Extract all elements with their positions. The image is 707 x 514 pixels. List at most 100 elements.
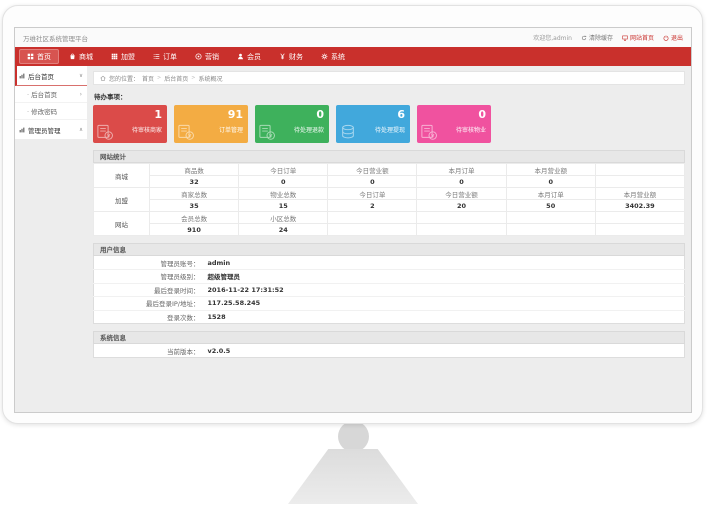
card-value: 0 <box>478 108 486 121</box>
stats-value-cell: 2 <box>327 199 418 212</box>
member-icon <box>237 53 244 60</box>
stats-header-cell <box>594 163 686 176</box>
stats-table: 商城 商品数 今日订单 今日营业额 本月订单 本月营业额 32 0 0 0 0 … <box>93 163 686 236</box>
chart-icon <box>19 73 25 79</box>
stats-value-cell <box>505 223 596 236</box>
stats-group-name: 加盟 <box>93 187 150 212</box>
todo-card[interactable]: 1 待审核商家 <box>93 105 167 143</box>
system-info-panel: 系统信息 当前版本： v2.0.5 <box>93 331 685 358</box>
card-value: 91 <box>227 108 243 121</box>
main-nav: 首页 商城 加盟 订单 营销 会员 财务 系统 <box>15 47 691 66</box>
topbar-right: 欢迎您,admin 清除缓存 网站首页 退出 <box>533 33 683 42</box>
breadcrumb-items: 首页 > 后台首页 > 系统概况 <box>142 74 222 83</box>
stats-header-cell <box>594 211 686 224</box>
sidebar-item-label: 修改密码 <box>31 108 58 116</box>
stats-header-cell: 今日营业额 <box>327 163 418 176</box>
mall-icon <box>69 53 76 60</box>
monitor-frame: 万维社区系统管理平台 欢迎您,admin 清除缓存 网站首页 退出 首页 商城 加盟 订单… <box>2 5 703 424</box>
nav-item[interactable]: 系统 <box>313 49 353 64</box>
card-value: 0 <box>316 108 324 121</box>
stats-header-cell <box>327 211 418 224</box>
breadcrumb-item[interactable]: 首页 <box>142 74 154 83</box>
sidebar-group: 后台首页 ∨ - 后台首页 › - 修改密码 <box>15 66 87 120</box>
breadcrumb-item[interactable]: 后台首页 <box>164 74 188 83</box>
stats-header-cell: 今日营业额 <box>416 187 507 200</box>
info-row: 最后登录IP/地址： 117.25.58.245 <box>93 296 685 311</box>
order-icon <box>153 53 160 60</box>
stats-header-cell: 小区总数 <box>238 211 329 224</box>
stats-group: 商城 商品数 今日订单 今日营业额 本月订单 本月营业额 32 0 0 0 0 <box>93 163 686 188</box>
info-value: 2016-11-22 17:31:52 <box>205 283 685 297</box>
sidebar-item[interactable]: - 后台首页 › <box>15 86 87 103</box>
breadcrumb-item[interactable]: 系统概况 <box>198 74 222 83</box>
stats-value-cell: 0 <box>505 175 596 188</box>
todo-card[interactable]: 0 待处理退款 <box>255 105 329 143</box>
nav-item[interactable]: 财务 <box>271 49 311 64</box>
nav-item[interactable]: 加盟 <box>103 49 143 64</box>
site-icon <box>622 35 628 41</box>
nav-item[interactable]: 商城 <box>61 49 101 64</box>
stats-value-cell: 910 <box>148 223 240 236</box>
info-value: 117.25.58.245 <box>205 296 685 311</box>
dash-icon: - <box>27 90 30 98</box>
monitor-stand-base <box>288 449 418 504</box>
card-value: 1 <box>154 108 162 121</box>
stats-value-cell: 20 <box>416 199 507 212</box>
chevron-icon: ∨ <box>78 72 83 79</box>
info-value: v2.0.5 <box>207 346 231 355</box>
house-icon <box>100 75 106 81</box>
stats-group-name: 网站 <box>93 211 150 236</box>
stats-value-cell <box>327 223 418 236</box>
card-label: 待审核商家 <box>131 126 162 134</box>
stats-header-cell: 物业总数 <box>238 187 329 200</box>
stats-header-cell: 今日订单 <box>327 187 418 200</box>
todo-card[interactable]: 6 待处理提现 <box>336 105 410 143</box>
info-label: 管理员账号： <box>93 256 206 270</box>
stats-value-cell <box>416 223 507 236</box>
breadcrumb: 您的位置： 首页 > 后台首页 > 系统概况 <box>93 71 685 85</box>
nav-item[interactable]: 会员 <box>229 49 269 64</box>
franchise-icon <box>111 53 118 60</box>
info-label: 当前版本： <box>167 347 200 356</box>
nav-item[interactable]: 首页 <box>19 49 59 64</box>
nav-item-label: 财务 <box>289 52 303 61</box>
system-info-title: 系统信息 <box>93 331 685 344</box>
card-label: 待审核物业 <box>455 126 486 134</box>
stats-group-name: 商城 <box>93 163 150 188</box>
stats-header-cell: 本月营业额 <box>594 187 686 200</box>
info-value: admin <box>205 256 685 270</box>
sidebar-item-label: 后台首页 <box>31 91 58 99</box>
nav-item-label: 系统 <box>331 52 345 61</box>
stats-value-cell: 24 <box>238 223 329 236</box>
stats-value-cell: 0 <box>238 175 329 188</box>
sidebar-group-header[interactable]: 管理员管理 ∧ <box>15 120 87 140</box>
stats-value-cell: 3402.39 <box>594 199 686 212</box>
todo-card[interactable]: 91 订单管理 <box>174 105 248 143</box>
user-info-title: 用户信息 <box>93 243 685 256</box>
nav-item[interactable]: 订单 <box>145 49 185 64</box>
topbar-link[interactable]: 退出 <box>663 33 683 42</box>
topbar-link[interactable]: 网站首页 <box>622 33 654 42</box>
sidebar-item[interactable]: - 修改密码 <box>15 103 87 120</box>
info-row: 管理员账号： admin <box>93 256 685 270</box>
stats-panel-title: 网站统计 <box>93 150 685 163</box>
info-row: 最后登录时间： 2016-11-22 17:31:52 <box>93 283 685 297</box>
sidebar-group-header[interactable]: 后台首页 ∨ <box>15 66 87 86</box>
stats-header-cell: 会员总数 <box>148 211 240 224</box>
info-value: 超级管理员 <box>205 269 685 284</box>
info-label: 管理员级别： <box>93 269 206 284</box>
system-icon <box>321 53 328 60</box>
stats-value-cell <box>594 223 686 236</box>
todo-card[interactable]: 0 待审核物业 <box>417 105 491 143</box>
sidebar-group: 管理员管理 ∧ <box>15 120 87 140</box>
nav-item[interactable]: 营销 <box>187 49 227 64</box>
stats-value-cell: 0 <box>327 175 418 188</box>
sidebar: 后台首页 ∨ - 后台首页 › - 修改密码 管理员管理 ∧ <box>15 66 87 412</box>
stats-value-cell: 0 <box>416 175 507 188</box>
chart-icon <box>19 127 25 133</box>
nav-item-label: 加盟 <box>121 52 135 61</box>
stats-header-cell <box>416 211 507 224</box>
dash-icon: - <box>27 107 30 115</box>
topbar-link[interactable]: 清除缓存 <box>581 33 613 42</box>
stats-value-cell: 15 <box>238 199 329 212</box>
